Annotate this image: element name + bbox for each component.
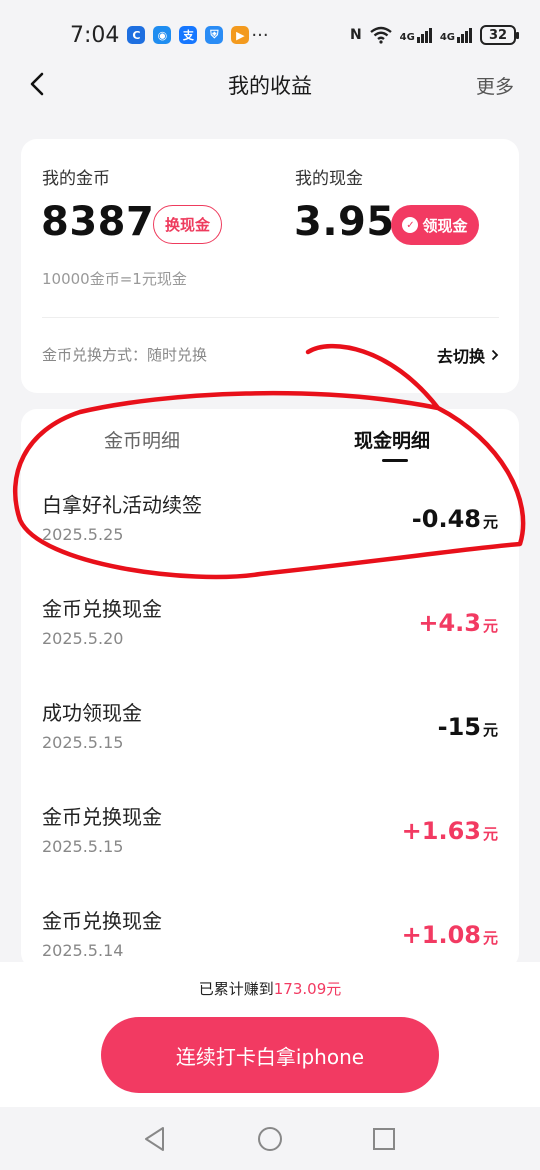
transaction-amount: -0.48 元 [412, 505, 498, 533]
status-indicators: N 4G 4G 32 [349, 25, 519, 45]
transaction-amount-unit: 元 [482, 929, 498, 947]
system-nav-bar [0, 1107, 540, 1170]
coins-value: 8387 [41, 199, 155, 245]
transaction-date: 2025.5.14 [42, 941, 124, 960]
transaction-row[interactable]: 金币兑换现金 2025.5.14 +1.08 元 [21, 905, 519, 969]
transaction-amount: +4.3 元 [418, 609, 498, 637]
bottom-panel: 已累计赚到173.09元 连续打卡白拿iphone [0, 962, 540, 1107]
play-app-icon: ▶ [231, 26, 250, 44]
earnings-summary-card: 我的金币 8387 换现金 我的现金 3.95 ✓ 领现金 10000金币=1元… [21, 139, 519, 393]
wechat-icon: ✓ [402, 217, 419, 233]
withdraw-cash-button[interactable]: ✓ 领现金 [391, 205, 479, 245]
transaction-amount-value: +4.3 [418, 609, 481, 637]
transaction-title: 金币兑换现金 [42, 909, 162, 933]
withdraw-cash-label: 领现金 [422, 216, 468, 235]
total-earned-label: 已累计赚到 [198, 980, 274, 998]
transaction-row[interactable]: 白拿好礼活动续签 2025.5.25 -0.48 元 [21, 489, 519, 593]
total-earned-value: 173.09元 [273, 980, 342, 998]
more-button[interactable]: 更多 [476, 72, 514, 99]
transaction-title: 金币兑换现金 [42, 805, 162, 829]
status-time: 7:04 [70, 22, 120, 48]
nav-home-icon[interactable] [256, 1125, 284, 1153]
shield-app-icon: ⛨ [205, 26, 224, 44]
switch-method-button[interactable]: 去切换 [437, 343, 499, 367]
transaction-row[interactable]: 金币兑换现金 2025.5.15 +1.63 元 [21, 801, 519, 905]
checkin-cta-button[interactable]: 连续打卡白拿iphone [101, 1017, 439, 1093]
status-app-icons: C ◉ 支 ⛨ ▶ [127, 26, 250, 44]
exchange-rate: 10000金币=1元现金 [42, 270, 187, 288]
transaction-date: 2025.5.15 [42, 733, 124, 752]
total-earned: 已累计赚到173.09元 [0, 978, 540, 999]
signal-1-icon: 4G [400, 27, 432, 43]
transaction-amount-unit: 元 [482, 721, 498, 739]
transaction-amount-unit: 元 [482, 513, 498, 531]
wifi-icon [369, 26, 392, 44]
page-title: 我的收益 [228, 74, 312, 98]
nfc-icon: N [349, 27, 362, 43]
signal-2-icon: 4G [440, 27, 472, 43]
transaction-amount: +1.08 元 [402, 921, 498, 949]
cash-value: 3.95 [294, 199, 395, 245]
tab-cash-detail[interactable]: 现金明细 [354, 426, 430, 453]
transaction-date: 2025.5.15 [42, 837, 124, 856]
transaction-date: 2025.5.20 [42, 629, 124, 648]
transaction-title: 白拿好礼活动续签 [42, 493, 202, 517]
tab-coin-detail[interactable]: 金币明细 [104, 426, 180, 453]
coins-label: 我的金币 [42, 169, 110, 189]
divider [42, 317, 499, 318]
transaction-amount: -15 元 [438, 713, 498, 741]
nav-recents-icon[interactable] [370, 1125, 398, 1153]
switch-label: 去切换 [436, 347, 485, 366]
transaction-amount-unit: 元 [482, 825, 498, 843]
cash-label: 我的现金 [295, 169, 363, 189]
back-icon[interactable] [26, 72, 50, 96]
nav-back-icon[interactable] [141, 1125, 169, 1153]
transaction-title: 成功领现金 [42, 701, 142, 725]
exchange-method: 金币兑换方式：随时兑换 [42, 346, 208, 364]
app-c-icon: C [127, 26, 146, 44]
chat-app-icon: ◉ [153, 26, 172, 44]
transaction-amount-unit: 元 [482, 617, 498, 635]
alipay-icon: 支 [179, 26, 198, 44]
transactions-card: 金币明细 现金明细 白拿好礼活动续签 2025.5.25 -0.48 元金币兑换现金 2… [21, 409, 519, 969]
transaction-amount: +1.63 元 [402, 817, 498, 845]
transaction-date: 2025.5.25 [42, 525, 124, 544]
transaction-row[interactable]: 成功领现金 2025.5.15 -15 元 [21, 697, 519, 801]
exchange-cash-button[interactable]: 换现金 [153, 205, 222, 244]
transaction-row[interactable]: 金币兑换现金 2025.5.20 +4.3 元 [21, 593, 519, 697]
battery-icon: 32 [480, 25, 519, 45]
transaction-title: 金币兑换现金 [42, 597, 162, 621]
nav-bar: 我的收益 更多 [0, 60, 540, 110]
chevron-right-icon [491, 349, 499, 361]
transaction-amount-value: +1.63 [401, 817, 481, 845]
transaction-amount-value: -0.48 [411, 505, 481, 533]
active-tab-indicator [382, 459, 408, 462]
transaction-amount-value: -15 [437, 713, 481, 741]
more-notifications-icon: ··· [251, 24, 269, 46]
transaction-amount-value: +1.08 [401, 921, 481, 949]
